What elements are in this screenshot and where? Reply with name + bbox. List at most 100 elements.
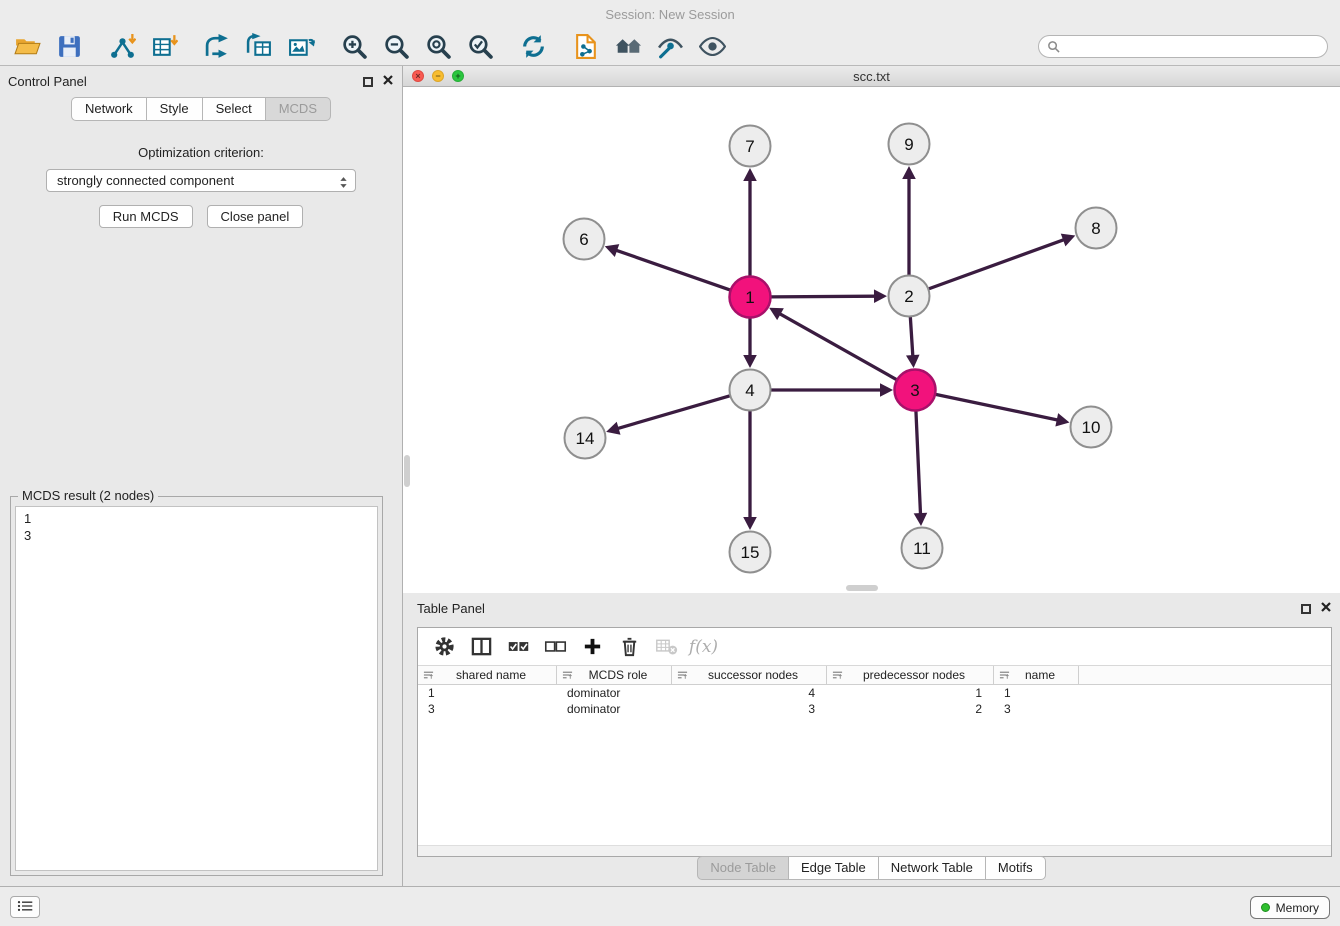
refresh-layout-icon[interactable]	[512, 30, 554, 64]
column-header-predecessor-nodes[interactable]: predecessor nodes	[827, 666, 994, 684]
node-6[interactable]: 6	[564, 219, 605, 260]
edge-4-14[interactable]	[617, 396, 731, 429]
edge-1-6[interactable]	[615, 250, 730, 290]
edge-arrowhead-1-4	[743, 355, 757, 368]
column-header-filler	[1079, 666, 1331, 684]
close-panel-icon[interactable]	[382, 74, 394, 89]
table-panel-header: Table Panel	[403, 593, 1340, 621]
node-14[interactable]: 14	[565, 418, 606, 459]
zoom-in-icon[interactable]	[333, 30, 375, 64]
export-image-icon[interactable]	[280, 30, 322, 64]
network-window-title: scc.txt	[853, 69, 890, 84]
edge-arrowhead-4-14	[606, 422, 620, 435]
window-close-icon[interactable]: ×	[412, 70, 424, 82]
table-cell: 3	[418, 702, 557, 716]
table-cell: 1	[418, 686, 557, 700]
network-table-icon[interactable]	[238, 30, 280, 64]
unselect-all-columns-icon[interactable]	[537, 632, 574, 662]
network-clone-icon[interactable]	[196, 30, 238, 64]
node-7[interactable]: 7	[730, 126, 771, 167]
table-tab-node-table[interactable]: Node Table	[697, 856, 789, 880]
show-column-icon[interactable]	[463, 632, 500, 662]
save-session-icon[interactable]	[48, 30, 90, 64]
column-header-successor-nodes[interactable]: successor nodes	[672, 666, 827, 684]
table-cell: 3	[994, 702, 1079, 716]
show-graphics-details-icon[interactable]	[691, 30, 733, 64]
node-1[interactable]: 1	[730, 277, 771, 318]
window-maximize-icon[interactable]: +	[452, 70, 464, 82]
horizontal-scrollbar-thumb[interactable]	[846, 585, 878, 591]
memory-button[interactable]: Memory	[1250, 896, 1330, 919]
tab-mcds[interactable]: MCDS	[266, 97, 331, 121]
network-graph: 7 9 6 8 1 2 4 3 14 10 15 11	[403, 87, 1340, 592]
node-10[interactable]: 10	[1071, 407, 1112, 448]
node-8[interactable]: 8	[1076, 208, 1117, 249]
delete-columns-icon[interactable]	[611, 632, 648, 662]
tab-network[interactable]: Network	[71, 97, 147, 121]
main-toolbar-icons	[6, 30, 733, 64]
select-all-columns-icon[interactable]	[500, 632, 537, 662]
import-table-icon[interactable]	[143, 30, 185, 64]
edge-3-1[interactable]	[779, 313, 897, 380]
status-bar: Memory	[0, 886, 1340, 926]
table-cell: 3	[672, 702, 827, 716]
table-cell: 1	[827, 686, 994, 700]
close-table-panel-icon[interactable]	[1320, 601, 1332, 616]
network-canvas[interactable]: 7 9 6 8 1 2 4 3 14 10 15 11	[403, 87, 1340, 593]
table-row[interactable]: 3dominator323	[418, 701, 1331, 717]
tab-select[interactable]: Select	[203, 97, 266, 121]
float-panel-icon[interactable]	[363, 77, 373, 87]
node-15[interactable]: 15	[730, 532, 771, 573]
column-header-name[interactable]: name	[994, 666, 1079, 684]
close-panel-button[interactable]: Close panel	[207, 205, 304, 228]
table-horizontal-scrollbar[interactable]	[418, 845, 1331, 856]
mcds-result-list[interactable]: 13	[15, 506, 378, 871]
float-table-panel-icon[interactable]	[1301, 604, 1311, 614]
edge-3-11[interactable]	[916, 410, 921, 515]
node-11[interactable]: 11	[902, 528, 943, 569]
node-3[interactable]: 3	[895, 370, 936, 411]
home-network-icon[interactable]	[607, 30, 649, 64]
add-column-icon[interactable]	[574, 632, 611, 662]
table-row[interactable]: 1dominator411	[418, 685, 1331, 701]
zoom-selected-icon[interactable]	[459, 30, 501, 64]
window-minimize-icon[interactable]: −	[432, 70, 444, 82]
vertical-scrollbar-thumb[interactable]	[404, 455, 410, 487]
table-tab-motifs[interactable]: Motifs	[986, 856, 1046, 880]
edge-2-3[interactable]	[910, 316, 913, 357]
node-9[interactable]: 9	[889, 124, 930, 165]
edge-3-10[interactable]	[935, 394, 1059, 420]
chevron-up-down-icon	[339, 174, 348, 195]
table-tab-edge-table[interactable]: Edge Table	[789, 856, 879, 880]
search-input[interactable]	[1038, 35, 1328, 58]
node-2[interactable]: 2	[889, 276, 930, 317]
column-header-shared-name[interactable]: shared name	[418, 666, 557, 684]
node-label-15: 15	[741, 543, 760, 562]
column-header-mcds-role[interactable]: MCDS role	[557, 666, 672, 684]
optimization-criterion-label: Optimization criterion:	[0, 145, 402, 160]
node-label-11: 11	[913, 539, 931, 558]
table-header-row: shared nameMCDS rolesuccessor nodesprede…	[418, 666, 1331, 685]
task-history-button[interactable]	[10, 896, 40, 918]
open-file-icon[interactable]	[6, 30, 48, 64]
network-window-title-bar: × − + scc.txt	[403, 66, 1340, 87]
node-label-7: 7	[745, 137, 754, 156]
style-preview-icon[interactable]	[649, 30, 691, 64]
criterion-dropdown[interactable]: strongly connected component	[46, 169, 356, 192]
import-network-icon[interactable]	[101, 30, 143, 64]
zoom-fit-icon[interactable]	[417, 30, 459, 64]
node-4[interactable]: 4	[730, 370, 771, 411]
table-tab-network-table[interactable]: Network Table	[879, 856, 986, 880]
edge-1-2[interactable]	[770, 296, 876, 297]
edge-2-8[interactable]	[928, 239, 1065, 289]
edge-arrowhead-2-3	[906, 355, 920, 368]
tab-style[interactable]: Style	[147, 97, 203, 121]
open-session-file-icon[interactable]	[565, 30, 607, 64]
mcds-result-group: MCDS result (2 nodes) 13	[10, 496, 383, 876]
node-label-8: 8	[1091, 219, 1100, 238]
edge-arrowhead-4-3	[880, 383, 893, 397]
settings-gear-icon[interactable]	[426, 632, 463, 662]
zoom-out-icon[interactable]	[375, 30, 417, 64]
app-title: Session: New Session	[605, 7, 734, 22]
run-mcds-button[interactable]: Run MCDS	[99, 205, 193, 228]
